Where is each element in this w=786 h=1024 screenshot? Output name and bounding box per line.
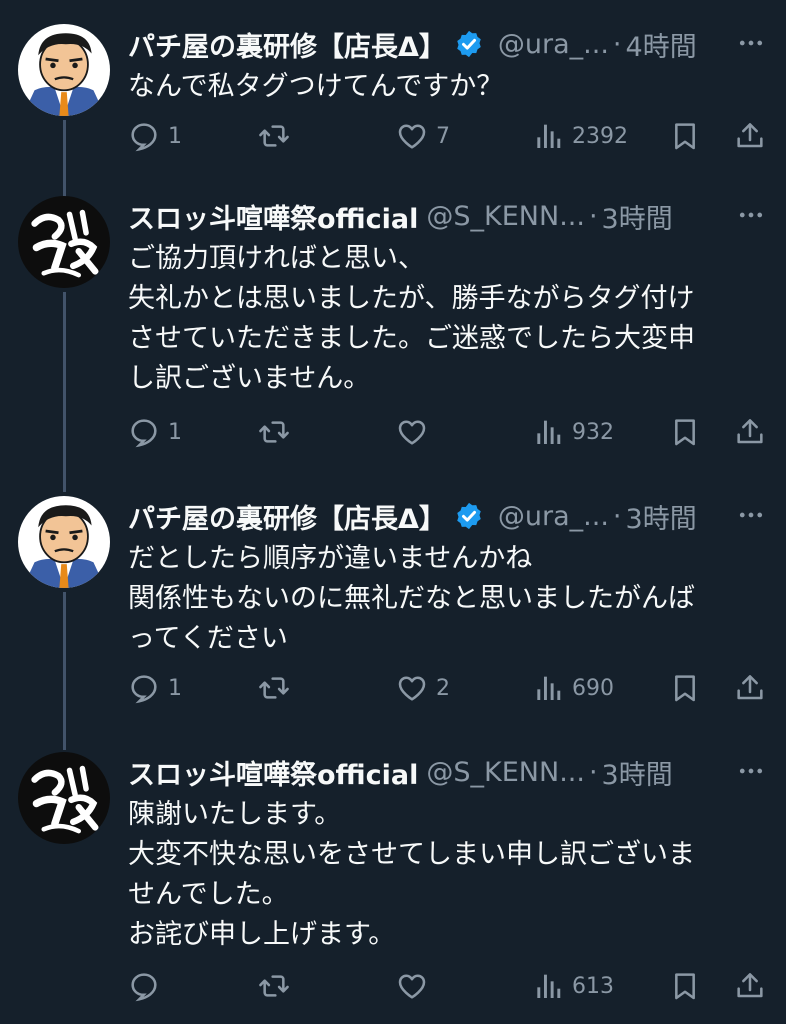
display-name[interactable]: パチ屋の裏研修【店長Δ】 bbox=[128, 497, 446, 536]
verified-badge-icon[interactable] bbox=[454, 29, 484, 59]
timestamp[interactable]: 3時間 bbox=[602, 197, 673, 236]
retweet-icon bbox=[258, 416, 290, 448]
retweet-button[interactable] bbox=[258, 668, 290, 708]
retweet-button[interactable] bbox=[258, 966, 290, 1006]
views-button[interactable]: 613 bbox=[532, 966, 614, 1006]
separator-dot: · bbox=[612, 28, 622, 60]
more-icon[interactable] bbox=[734, 500, 768, 530]
view-count: 2392 bbox=[572, 123, 628, 149]
like-count: 7 bbox=[436, 123, 450, 149]
user-handle[interactable]: @S_KENN... bbox=[426, 757, 585, 788]
share-button[interactable] bbox=[734, 966, 766, 1006]
thread-connector bbox=[63, 120, 66, 200]
like-button[interactable]: 2 bbox=[396, 668, 450, 708]
reply-count: 1 bbox=[168, 419, 182, 445]
views-button[interactable]: 2392 bbox=[532, 116, 628, 156]
like-button[interactable] bbox=[396, 412, 436, 452]
tweet-header: スロッ斗喧嘩祭official @S_KENN... · 3時間 bbox=[128, 752, 766, 792]
bookmark-button[interactable] bbox=[669, 966, 701, 1006]
tweet-text: 陳謝いたします。 大変不快な思いをさせてしまい申し訳ございま せんでした。 お詫… bbox=[128, 799, 695, 950]
tweet-header: スロッ斗喧嘩祭official @S_KENN... · 3時間 bbox=[128, 196, 766, 236]
tweet-header: パチ屋の裏研修【店長Δ】 @ura_... · 3時間 bbox=[128, 496, 766, 536]
heart-icon bbox=[396, 416, 428, 448]
timestamp[interactable]: 3時間 bbox=[602, 753, 673, 792]
heart-icon bbox=[396, 120, 428, 152]
bookmark-icon bbox=[669, 416, 701, 448]
separator-dot: · bbox=[588, 200, 598, 232]
reply-icon bbox=[128, 970, 160, 1002]
thread-connector bbox=[63, 292, 66, 492]
more-icon[interactable] bbox=[734, 200, 768, 230]
bookmark-icon bbox=[669, 120, 701, 152]
share-button[interactable] bbox=[734, 668, 766, 708]
view-count: 613 bbox=[572, 973, 614, 999]
bookmark-icon bbox=[669, 672, 701, 704]
conversation-thread: パチ屋の裏研修【店長Δ】 @ura_... · 4時間 なんで私タグつけてんです… bbox=[0, 0, 786, 1024]
tweet-text: なんで私タグつけてんですか？ bbox=[128, 71, 504, 102]
display-name[interactable]: パチ屋の裏研修【店長Δ】 bbox=[128, 25, 446, 64]
manager-cartoon-avatar[interactable] bbox=[18, 24, 110, 116]
retweet-icon bbox=[258, 672, 290, 704]
retweet-button[interactable] bbox=[258, 412, 290, 452]
calligraphy-logo-avatar[interactable] bbox=[18, 196, 110, 288]
share-button[interactable] bbox=[734, 116, 766, 156]
user-handle[interactable]: @ura_... bbox=[498, 501, 609, 532]
views-button[interactable]: 690 bbox=[532, 668, 614, 708]
retweet-button[interactable] bbox=[258, 116, 290, 156]
share-icon bbox=[734, 120, 766, 152]
calligraphy-logo-avatar[interactable] bbox=[18, 752, 110, 844]
user-handle[interactable]: @S_KENN... bbox=[426, 201, 585, 232]
share-button[interactable] bbox=[734, 412, 766, 452]
retweet-icon bbox=[258, 120, 290, 152]
separator-dot: · bbox=[588, 756, 598, 788]
retweet-icon bbox=[258, 970, 290, 1002]
heart-icon bbox=[396, 672, 428, 704]
tweet-text: ご協力頂ければと思い、 失礼かとは思いましたが、勝手ながらタグ付け させていただ… bbox=[128, 243, 695, 394]
bookmark-button[interactable] bbox=[669, 116, 701, 156]
thread-connector bbox=[63, 592, 66, 750]
separator-dot: · bbox=[612, 500, 622, 532]
share-icon bbox=[734, 672, 766, 704]
verified-badge-icon[interactable] bbox=[454, 501, 484, 531]
bookmark-button[interactable] bbox=[669, 668, 701, 708]
action-bar: 613 bbox=[128, 966, 766, 1006]
view-count: 690 bbox=[572, 675, 614, 701]
reply-icon bbox=[128, 672, 160, 704]
bookmark-button[interactable] bbox=[669, 412, 701, 452]
reply-count: 1 bbox=[168, 675, 182, 701]
timestamp[interactable]: 4時間 bbox=[626, 25, 697, 64]
like-button[interactable] bbox=[396, 966, 436, 1006]
reply-icon bbox=[128, 120, 160, 152]
views-icon bbox=[532, 970, 564, 1002]
reply-button[interactable]: 1 bbox=[128, 668, 182, 708]
manager-cartoon-avatar[interactable] bbox=[18, 496, 110, 588]
tweet-text: だとしたら順序が違いませんかね 関係性もないのに無礼だなと思いましたがんば って… bbox=[128, 543, 695, 654]
heart-icon bbox=[396, 970, 428, 1002]
action-bar: 1 7 2392 bbox=[128, 116, 766, 156]
reply-button[interactable]: 1 bbox=[128, 412, 182, 452]
action-bar: 1 932 bbox=[128, 412, 766, 452]
views-icon bbox=[532, 416, 564, 448]
like-button[interactable]: 7 bbox=[396, 116, 450, 156]
reply-button[interactable] bbox=[128, 966, 168, 1006]
reply-count: 1 bbox=[168, 123, 182, 149]
reply-icon bbox=[128, 416, 160, 448]
share-icon bbox=[734, 970, 766, 1002]
reply-button[interactable]: 1 bbox=[128, 116, 182, 156]
views-icon bbox=[532, 672, 564, 704]
timestamp[interactable]: 3時間 bbox=[626, 497, 697, 536]
bookmark-icon bbox=[669, 970, 701, 1002]
share-icon bbox=[734, 416, 766, 448]
display-name[interactable]: スロッ斗喧嘩祭official bbox=[128, 753, 418, 792]
views-icon bbox=[532, 120, 564, 152]
more-icon[interactable] bbox=[734, 28, 768, 58]
views-button[interactable]: 932 bbox=[532, 412, 614, 452]
user-handle[interactable]: @ura_... bbox=[498, 29, 609, 60]
action-bar: 1 2 690 bbox=[128, 668, 766, 708]
display-name[interactable]: スロッ斗喧嘩祭official bbox=[128, 197, 418, 236]
tweet-header: パチ屋の裏研修【店長Δ】 @ura_... · 4時間 bbox=[128, 24, 766, 64]
more-icon[interactable] bbox=[734, 756, 768, 786]
like-count: 2 bbox=[436, 675, 450, 701]
view-count: 932 bbox=[572, 419, 614, 445]
